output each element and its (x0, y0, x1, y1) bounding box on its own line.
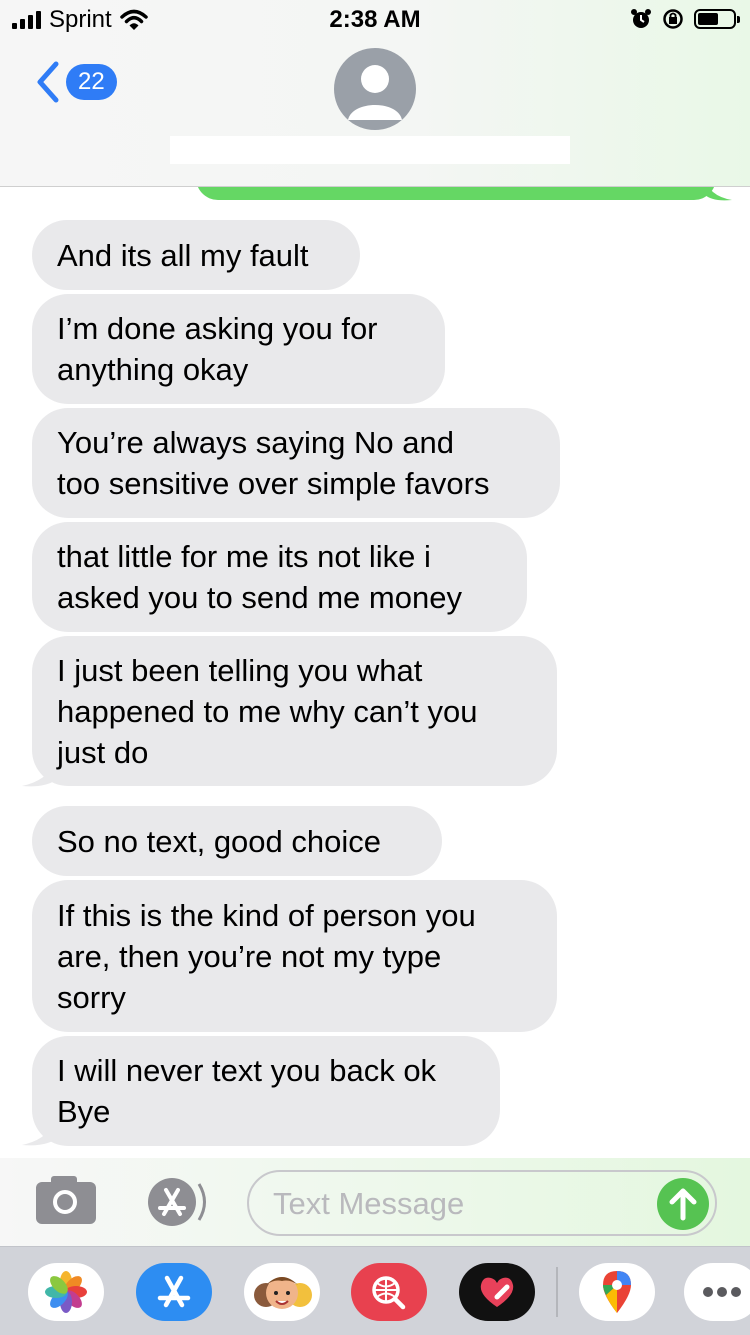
received-bubble-tail (22, 1117, 56, 1146)
contact-name-redacted[interactable] (170, 136, 570, 164)
message-bubble[interactable]: And its all my fault (32, 220, 360, 290)
battery-level (698, 13, 719, 25)
message-bubble[interactable]: I just been telling you what happened to… (32, 636, 557, 786)
message-text: You’re always saying No and too sensitiv… (57, 425, 490, 501)
message-bubble[interactable]: I will never text you back ok Bye (32, 1036, 500, 1146)
message-text: I will never text you back ok Bye (57, 1053, 437, 1129)
arrow-up-icon (669, 1188, 697, 1221)
status-bar: Sprint 2:38 AM (0, 0, 750, 40)
drawer-divider (556, 1267, 558, 1317)
more-icon[interactable] (684, 1263, 750, 1321)
send-button[interactable] (657, 1178, 709, 1230)
message-text: And its all my fault (57, 237, 309, 273)
photos-icon[interactable] (28, 1263, 104, 1321)
digital-touch-icon[interactable] (459, 1263, 535, 1321)
received-bubble-tail (22, 758, 56, 787)
battery-icon (694, 9, 740, 29)
alarm-icon (631, 9, 651, 28)
message-text: that little for me its not like i asked … (57, 539, 462, 615)
orientation-lock-icon (663, 9, 683, 29)
status-right (630, 8, 740, 30)
message-input[interactable] (271, 1180, 635, 1228)
message-text: I just been telling you what happened to… (57, 652, 478, 770)
message-bubble[interactable]: that little for me its not like i asked … (32, 522, 527, 632)
google-maps-icon[interactable] (579, 1263, 655, 1321)
memoji-icon[interactable] (244, 1263, 320, 1321)
contact-avatar[interactable] (334, 48, 416, 130)
chevron-left-icon (37, 61, 59, 103)
app-store-icon[interactable] (136, 1263, 212, 1321)
app-store-icon[interactable] (140, 1176, 208, 1228)
back-button[interactable]: 22 (34, 60, 117, 104)
message-text: I’m done asking you for anything okay (57, 311, 378, 387)
message-list[interactable]: And its all my fault I’m done asking you… (0, 0, 750, 1334)
web-search-icon[interactable] (351, 1263, 427, 1321)
unread-count-badge: 22 (66, 64, 117, 100)
message-bubble[interactable]: You’re always saying No and too sensitiv… (32, 408, 560, 518)
message-bubble[interactable]: So no text, good choice (32, 806, 442, 876)
message-bubble[interactable]: I’m done asking you for anything okay (32, 294, 445, 404)
composer-bar (0, 1158, 750, 1246)
message-text: If this is the kind of person you are, t… (57, 897, 476, 1015)
person-icon (348, 65, 402, 120)
message-text: So no text, good choice (57, 823, 382, 859)
message-bubble[interactable]: If this is the kind of person you are, t… (32, 880, 557, 1032)
app-drawer (0, 1246, 750, 1335)
camera-icon[interactable] (36, 1176, 96, 1224)
message-field[interactable] (247, 1170, 717, 1236)
